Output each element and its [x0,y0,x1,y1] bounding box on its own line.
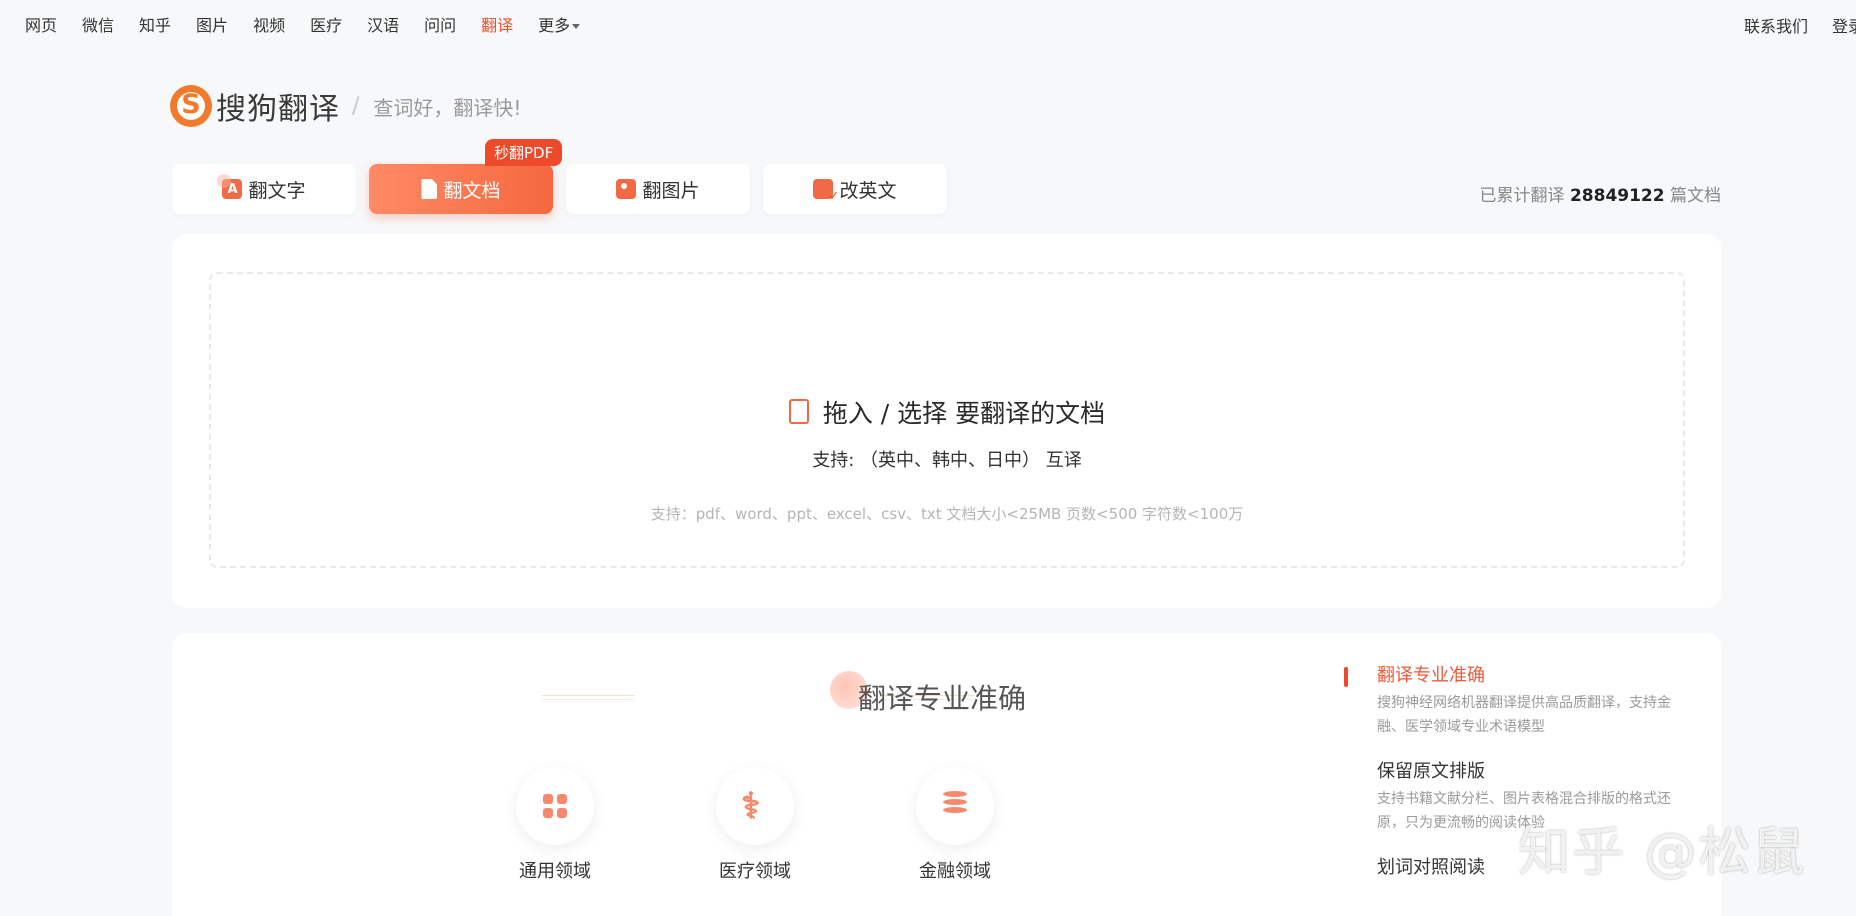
nav-right: 联系我们 登录 [1720,13,1856,37]
feature-card: 翻译专业准确 通用领域 ⚕ 医疗领域 金融领域 翻译专业准确 搜狗神经网络机器翻… [172,633,1721,916]
nav-more-label: 更多 [538,16,571,35]
caret-down-icon [572,24,581,29]
grid-icon [543,794,567,818]
nav-link-images[interactable]: 图片 [196,12,228,36]
sogou-logo-icon [170,85,212,127]
upload-card: 拖入 / 选择 要翻译的文档 支持: （英中、韩中、日中） 互译 支持：pdf、… [172,234,1721,608]
domain-icon-circle [916,767,994,845]
feature-title: 保留原文排版 [1377,761,1485,782]
pdf-promo-badge: 秒翻PDF [485,139,563,166]
nav-link-zhihu[interactable]: 知乎 [139,12,171,36]
tab-label: 翻图片 [642,179,700,202]
nav-link-video[interactable]: 视频 [253,12,285,36]
tab-label: 翻文字 [248,179,306,202]
feature-title: 翻译专业准确 [1377,665,1485,686]
domain-label: 医疗领域 [719,861,791,882]
tab-translate-image[interactable]: 翻图片 [566,164,750,214]
translation-counter: 已累计翻译 28849122 篇文档 [1480,181,1721,206]
title-divider-left [542,695,634,700]
file-drop-zone[interactable]: 拖入 / 选择 要翻译的文档 支持: （英中、韩中、日中） 互译 支持：pdf、… [209,272,1685,568]
drop-title: 拖入 / 选择 要翻译的文档 [211,394,1683,430]
active-indicator [1344,667,1348,687]
image-icon [616,179,637,199]
tab-label: 翻文档 [443,179,501,202]
nav-link-hanyu[interactable]: 汉语 [367,12,399,36]
supported-languages: 支持: （英中、韩中、日中） 互译 [812,450,1082,471]
logo[interactable]: 搜狗翻译 / 查词好，翻译快! [170,84,521,128]
nav-link-medical[interactable]: 医疗 [310,12,342,36]
domain-label: 金融领域 [919,861,991,882]
nav-link-wenwen[interactable]: 问问 [424,12,456,36]
domain-icon-circle [516,767,594,845]
tab-translate-text[interactable]: A 翻文字 [172,164,356,214]
domain-icon-circle: ⚕ [716,767,794,845]
login-link[interactable]: 登录 [1832,13,1856,37]
nav-link-web[interactable]: 网页 [25,12,57,36]
document-icon [788,399,809,424]
nav-links: 网页 微信 知乎 图片 视频 医疗 汉语 问问 翻译 更多 [25,12,605,36]
tab-label: 改英文 [839,179,897,202]
domain-label: 通用领域 [519,861,591,882]
counter-prefix: 已累计翻译 [1479,186,1565,206]
feature-item-accurate[interactable]: 翻译专业准确 搜狗神经网络机器翻译提供高品质翻译，支持金融、医学领域专业术语模型 [1344,661,1684,739]
section-title: 翻译专业准确 [642,671,1242,717]
tab-fix-english[interactable]: 改英文 [763,164,947,214]
logo-slogan: 查词好，翻译快! [373,95,522,120]
contact-link[interactable]: 联系我们 [1744,13,1808,37]
medical-icon: ⚕ [741,785,761,827]
domain-general[interactable]: 通用领域 [495,767,615,883]
tab-translate-document[interactable]: 翻文档 [369,164,553,214]
nav-link-weixin[interactable]: 微信 [82,12,114,36]
domain-medical[interactable]: ⚕ 医疗领域 [695,767,815,883]
nav-link-translate[interactable]: 翻译 [481,12,513,36]
nav-more-menu[interactable]: 更多 [538,12,581,36]
edit-check-icon [813,179,839,204]
file-format-hint: 支持：pdf、word、ppt、excel、csv、txt 文档大小<25MB … [650,505,1244,523]
feature-desc: 搜狗神经网络机器翻译提供高品质翻译，支持金融、医学领域专业术语模型 [1377,695,1671,735]
domain-finance[interactable]: 金融领域 [895,767,1015,883]
drop-title-text: 拖入 / 选择 要翻译的文档 [822,399,1106,428]
counter-value: 28849122 [1569,186,1665,206]
text-translate-icon: A [217,174,243,199]
logo-separator: / [352,93,360,119]
document-icon [421,179,438,199]
logo-name: 搜狗翻译 [216,92,340,127]
translate-mode-tabs: A 翻文字 翻文档 翻图片 改英文 [172,164,960,214]
section-title-text: 翻译专业准确 [857,682,1026,715]
counter-suffix: 篇文档 [1670,186,1721,206]
coins-icon [941,789,969,821]
top-navigation: 网页 微信 知乎 图片 视频 医疗 汉语 问问 翻译 更多 联系我们 登录 [0,0,1856,44]
watermark: 知乎 @松鼠 [1518,823,1807,883]
